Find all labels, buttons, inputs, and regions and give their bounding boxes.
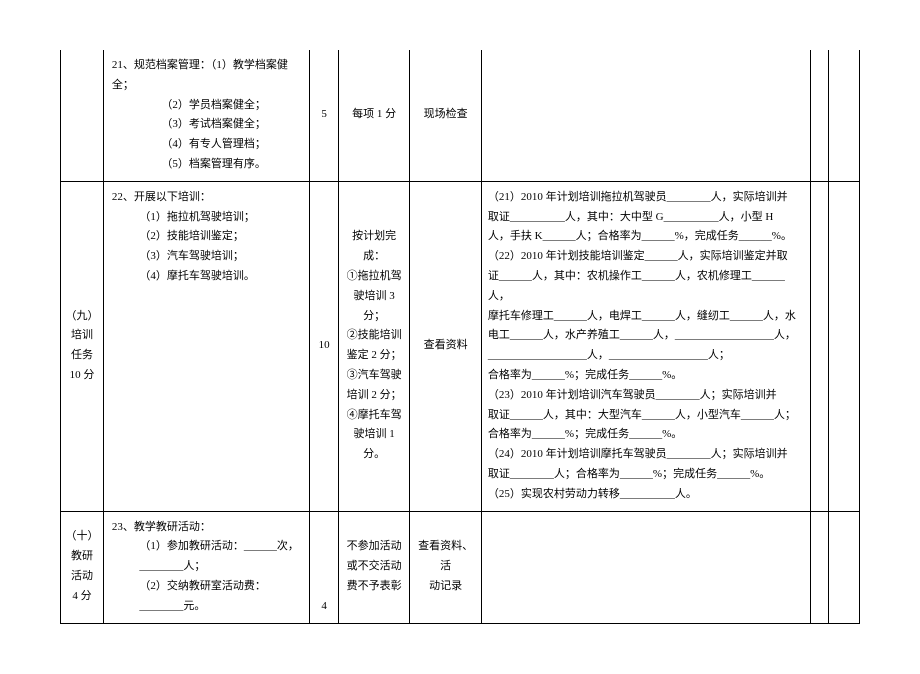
item-cell: 21、规范档案管理：（1）教学档案健全； （2）学员档案健全； （3）考试档案健… bbox=[103, 50, 309, 181]
item-subtext: （2）技能培训鉴定； bbox=[112, 227, 305, 247]
detail-line: （24）2010 年计划培训摩托车驾驶员________人；实际培训并 bbox=[488, 445, 804, 465]
table-row: （十） 教研 活动 4 分 23、教学教研活动： （1）参加教研活动：_____… bbox=[61, 511, 860, 623]
section-line: （九） bbox=[65, 307, 99, 327]
section-line: （十） bbox=[65, 527, 99, 547]
detail-cell bbox=[481, 511, 810, 623]
item-subtext: （2）学员档案健全； bbox=[112, 96, 305, 116]
item-subtext: （5）档案管理有序。 bbox=[112, 155, 305, 175]
detail-line: 证______人，其中：农机操作工______人，农机修理工______人， bbox=[488, 267, 804, 307]
criteria-line: 费不予表彰 bbox=[343, 577, 406, 597]
detail-line: 取证______人，其中：大型汽车______人，小型汽车______人； bbox=[488, 406, 804, 426]
method-line: 查看资料、活 bbox=[414, 537, 477, 577]
blank-cell bbox=[810, 50, 828, 181]
method-line: 动记录 bbox=[414, 577, 477, 597]
criteria-line: ④摩托车驾 bbox=[343, 406, 406, 426]
criteria-line: 或不交活动 bbox=[343, 557, 406, 577]
criteria-line: 驶培训 1 分。 bbox=[343, 425, 406, 465]
item-subtext: （3）汽车驾驶培训； bbox=[112, 247, 305, 267]
item-subtext: （4）摩托车驾驶培训。 bbox=[112, 267, 305, 287]
detail-line: 摩托车修理工______人，电焊工______人，缝纫工______人，水 bbox=[488, 307, 804, 327]
score-cell: 10 bbox=[310, 181, 339, 511]
detail-line: __________________人，__________________人； bbox=[488, 346, 804, 366]
detail-cell: （21）2010 年计划培训拖拉机驾驶员________人，实际培训并 取证__… bbox=[481, 181, 810, 511]
section-line: 4 分 bbox=[65, 587, 99, 607]
table-row: （九） 培训 任务 10 分 22、开展以下培训： （1）拖拉机驾驶培训； （2… bbox=[61, 181, 860, 511]
detail-line: 合格率为______%；完成任务______%。 bbox=[488, 366, 804, 386]
criteria-cell: 每项 1 分 bbox=[338, 50, 410, 181]
section-cell: （十） 教研 活动 4 分 bbox=[61, 511, 104, 623]
section-line: 活动 bbox=[65, 567, 99, 587]
detail-line: 取证__________人，其中：大中型 G__________人，小型 H bbox=[488, 208, 804, 228]
blank-cell bbox=[829, 511, 860, 623]
blank-cell bbox=[829, 50, 860, 181]
criteria-line: 不参加活动 bbox=[343, 537, 406, 557]
criteria-line: ②技能培训 bbox=[343, 326, 406, 346]
item-text: 23、教学教研活动： bbox=[112, 521, 211, 533]
blank-cell bbox=[810, 511, 828, 623]
detail-line: （23）2010 年计划培训汽车驾驶员________人；实际培训并 bbox=[488, 386, 804, 406]
item-subtext: （2）交纳教研室活动费：________元。 bbox=[112, 577, 305, 617]
score-cell: 5 bbox=[310, 50, 339, 181]
method-cell: 现场检查 bbox=[410, 50, 482, 181]
criteria-line: 驶培训 3 分； bbox=[343, 287, 406, 327]
method-cell: 查看资料、活 动记录 bbox=[410, 511, 482, 623]
criteria-cell: 按计划完成： ①拖拉机驾 驶培训 3 分； ②技能培训 鉴定 2 分； ③汽车驾… bbox=[338, 181, 410, 511]
criteria-line: ③汽车驾驶 bbox=[343, 366, 406, 386]
detail-line: 取证________人；合格率为______%；完成任务______%。 bbox=[488, 465, 804, 485]
score-cell: 4 bbox=[310, 511, 339, 623]
criteria-line: 鉴定 2 分； bbox=[343, 346, 406, 366]
item-text: 21、规范档案管理：（1）教学档案健全； bbox=[112, 59, 288, 91]
detail-line: （21）2010 年计划培训拖拉机驾驶员________人，实际培训并 bbox=[488, 188, 804, 208]
section-line: 教研 bbox=[65, 547, 99, 567]
section-line: 培训 bbox=[65, 326, 99, 346]
criteria-cell: 不参加活动 或不交活动 费不予表彰 bbox=[338, 511, 410, 623]
detail-line: 合格率为______%；完成任务______%。 bbox=[488, 425, 804, 445]
blank-cell bbox=[810, 181, 828, 511]
section-cell: （九） 培训 任务 10 分 bbox=[61, 181, 104, 511]
method-cell: 查看资料 bbox=[410, 181, 482, 511]
item-subtext: （1）拖拉机驾驶培训； bbox=[112, 208, 305, 228]
section-line: 任务 bbox=[65, 346, 99, 366]
detail-line: （22）2010 年计划技能培训鉴定______人，实际培训鉴定并取 bbox=[488, 247, 804, 267]
item-text: 22、开展以下培训： bbox=[112, 191, 211, 203]
item-subtext: （1）参加教研活动：______次，________人； bbox=[112, 537, 305, 577]
blank-cell bbox=[829, 181, 860, 511]
detail-line: （25）实现农村劳动力转移__________人。 bbox=[488, 485, 804, 505]
section-cell bbox=[61, 50, 104, 181]
item-subtext: （4）有专人管理档； bbox=[112, 135, 305, 155]
item-cell: 22、开展以下培训： （1）拖拉机驾驶培训； （2）技能培训鉴定； （3）汽车驾… bbox=[103, 181, 309, 511]
detail-line: 电工______人，水产养殖工______人，_________________… bbox=[488, 326, 804, 346]
assessment-table: 21、规范档案管理：（1）教学档案健全； （2）学员档案健全； （3）考试档案健… bbox=[60, 50, 860, 624]
item-subtext: （3）考试档案健全； bbox=[112, 115, 305, 135]
detail-line: 人，手扶 K______人；合格率为______%，完成任务______%。 bbox=[488, 227, 804, 247]
detail-cell bbox=[481, 50, 810, 181]
criteria-line: 培训 2 分； bbox=[343, 386, 406, 406]
criteria-line: 按计划完成： bbox=[343, 227, 406, 267]
item-cell: 23、教学教研活动： （1）参加教研活动：______次，________人； … bbox=[103, 511, 309, 623]
table-row: 21、规范档案管理：（1）教学档案健全； （2）学员档案健全； （3）考试档案健… bbox=[61, 50, 860, 181]
section-line: 10 分 bbox=[65, 366, 99, 386]
criteria-line: ①拖拉机驾 bbox=[343, 267, 406, 287]
